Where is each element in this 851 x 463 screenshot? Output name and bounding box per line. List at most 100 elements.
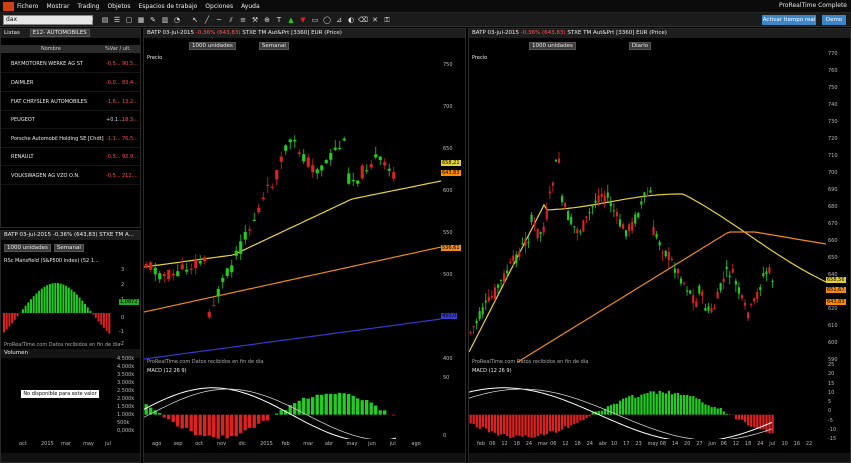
line-tool-icon[interactable]: ╱ (202, 15, 212, 25)
macd-bar (771, 414, 774, 433)
watchlist-columns: Nombre %Var / ult. (1, 45, 140, 53)
ellipse-tool-icon[interactable]: ◯ (322, 15, 332, 25)
channel-tool-icon[interactable]: ⫽ (226, 15, 236, 25)
candle-body (557, 158, 561, 163)
eraser-icon[interactable]: ⌫ (358, 15, 368, 25)
indicator-bar (65, 285, 68, 313)
macd-bar (701, 402, 704, 415)
candle-body (728, 275, 731, 277)
watchlist-header: Listas E12- AUTOMOBILES (1, 29, 140, 38)
macd-bar (634, 397, 637, 415)
macd-bar (383, 410, 387, 415)
indicator-bar (97, 313, 100, 322)
text-tool-icon[interactable]: T (274, 15, 284, 25)
macd-bar (686, 394, 689, 415)
weekly-price-axis: 750700650600550500450400658,21643,83536,… (441, 62, 465, 362)
pencil-icon[interactable]: ✎ (148, 15, 158, 25)
macd-bar (628, 396, 631, 415)
weekly-period-select[interactable]: Semanal (258, 42, 289, 50)
indicator-bar (16, 313, 19, 317)
candle-body (740, 295, 744, 299)
list-icon[interactable]: ☰ (112, 15, 122, 25)
x-axis-label: 06 (489, 441, 496, 447)
macd-bar (225, 414, 229, 439)
col-name[interactable]: Nombre (41, 45, 61, 53)
macd-bar (302, 397, 306, 415)
mini-units-select[interactable]: 1000 unidades (4, 244, 51, 252)
candle-body (212, 305, 216, 307)
zoom-tool-icon[interactable]: ⊕ (262, 15, 272, 25)
macd-bar (171, 414, 175, 423)
table-icon[interactable]: ▥ (160, 15, 170, 25)
menu-trading[interactable]: Trading (77, 3, 99, 10)
indicator-bar (67, 287, 70, 313)
watchlist-item-bmw[interactable]: BAY.MOTOREN WERKE AG ST -0,5... 90,5... (1, 55, 140, 73)
candle-body (545, 209, 548, 220)
mini-indicator-title: RSc Mansfield (S&P500 index) (52 1... (4, 258, 99, 264)
watchlist-selector[interactable]: E12- AUTOMOBILES (29, 29, 90, 37)
candle-body (493, 287, 496, 299)
candle-body (768, 267, 771, 273)
weekly-units-select[interactable]: 1000 unidades (189, 42, 236, 50)
menu-espacios[interactable]: Espacios de trabajo (138, 3, 197, 10)
menu-objetos[interactable]: Objetos (107, 3, 130, 10)
daily-ticker: BATP (472, 30, 486, 36)
macd-bar (573, 414, 576, 424)
hline-tool-icon[interactable]: ─ (214, 15, 224, 25)
macd-bar (315, 394, 319, 415)
menu-mostrar[interactable]: Mostrar (46, 3, 69, 10)
watchlist-tab[interactable]: Listas (4, 30, 20, 36)
watchlist-item-porsche[interactable]: Porsche Automobil Holding SE [Chdt] -1,1.… (1, 130, 140, 148)
demo-button[interactable]: Demo (822, 15, 846, 25)
window-icon[interactable]: ▢ (124, 15, 134, 25)
realtime-button[interactable]: Activar tiempo real (762, 15, 816, 25)
watchlist-item-fiat[interactable]: FIAT CHRYSLER AUTOMOBILES -1,6... 13,2... (1, 93, 140, 111)
wrench-icon[interactable]: ⚒ (250, 15, 260, 25)
watchlist-item-volkswagen[interactable]: VOLKSWAGEN AG VZO O.N. -0,5... 212,... (1, 167, 140, 185)
x-axis-label: may (647, 441, 659, 447)
search-icon[interactable]: ⚲ (86, 15, 96, 25)
watchlist-item-daimler[interactable]: DAIMLER -0,0... 83,4... (1, 74, 140, 92)
ruler-icon[interactable]: ⊿ (334, 15, 344, 25)
menu-opciones[interactable]: Opciones (205, 3, 233, 10)
macd-bar (484, 414, 488, 429)
pie-icon[interactable]: ◔ (172, 15, 182, 25)
candle-body (713, 308, 716, 310)
menu-ayuda[interactable]: Ayuda (241, 3, 260, 10)
daily-units-select[interactable]: 1000 unidades (529, 42, 576, 50)
search-input[interactable]: dax (3, 15, 93, 25)
candle-body (615, 211, 618, 217)
indicator-bar (11, 313, 14, 324)
macd-bar (664, 393, 667, 415)
rectangle-tool-icon[interactable]: ▭ (310, 15, 320, 25)
fibo-tool-icon[interactable]: ≡ (238, 15, 248, 25)
watchlist-item-peugeot[interactable]: PEUGEOT +0,1... 18,3... (1, 111, 140, 129)
lock-icon[interactable]: ⚿ (382, 15, 392, 25)
indicator-bar (102, 313, 105, 328)
cursor-icon[interactable]: ↖ (190, 15, 200, 25)
daily-change: -0,36% (643,83) (520, 30, 566, 36)
arrow-down-icon[interactable]: ▼ (298, 15, 308, 25)
candle-body (634, 214, 637, 224)
candle-body (527, 242, 530, 244)
delete-icon[interactable]: ✕ (370, 15, 380, 25)
macd-bar (673, 393, 677, 415)
axis-tick: -5 (828, 417, 833, 424)
x-axis-label: sep (173, 441, 183, 447)
palette-icon[interactable]: ◐ (346, 15, 356, 25)
axis-tick: 15 (828, 380, 835, 387)
daily-period-select[interactable]: Diario (628, 42, 652, 50)
arrow-up-icon[interactable]: ▲ (286, 15, 296, 25)
candle-body (661, 252, 664, 254)
macd-bar (649, 391, 652, 415)
menu-fichero[interactable]: Fichero (17, 3, 38, 10)
indicator-bar (89, 310, 92, 313)
chart-icon[interactable]: ▤ (100, 15, 110, 25)
axis-tick: 680 (828, 204, 838, 210)
watchlist-item-renault[interactable]: RENAULT -0,5... 92,9... (1, 148, 140, 166)
candle-body (539, 232, 542, 235)
grid-icon[interactable]: ▦ (136, 15, 146, 25)
mini-period-select[interactable]: Semanal (53, 244, 84, 252)
col-var[interactable]: %Var / ult. (105, 45, 131, 53)
macd-bar (661, 392, 664, 415)
